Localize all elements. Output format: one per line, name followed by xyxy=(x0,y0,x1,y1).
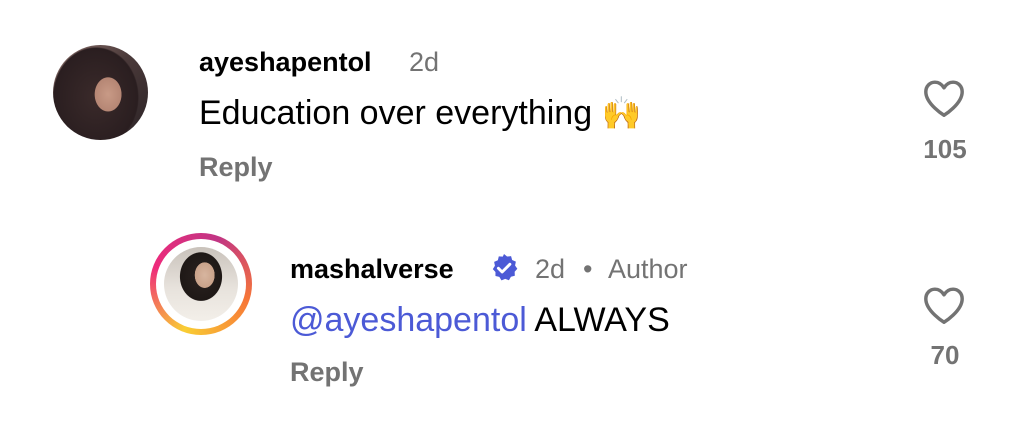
comment-body: ALWAYS xyxy=(534,301,670,339)
comment-text: @ayeshapentol ALWAYS xyxy=(290,301,670,340)
comment-username[interactable]: ayeshapentol xyxy=(199,47,372,78)
like-count: 105 xyxy=(923,134,967,164)
mention-link[interactable]: @ayeshapentol xyxy=(290,301,527,339)
comment-text: Education over everything 🙌 xyxy=(199,94,641,133)
heart-icon[interactable] xyxy=(922,78,966,118)
meta-separator: • xyxy=(583,254,593,284)
comment-username[interactable]: mashalverse xyxy=(290,254,454,285)
avatar-mashalverse[interactable] xyxy=(164,247,238,321)
raising-hands-emoji: 🙌 xyxy=(601,95,642,131)
comment-time: 2d xyxy=(535,254,566,284)
avatar-ayeshapentol[interactable] xyxy=(53,45,148,140)
reply-button[interactable]: Reply xyxy=(290,357,364,388)
reply-button[interactable]: Reply xyxy=(199,152,273,183)
author-badge: Author xyxy=(608,254,688,284)
verified-badge-icon xyxy=(488,252,520,284)
comment-body: Education over everything xyxy=(199,94,593,132)
like-count: 70 xyxy=(930,340,960,370)
heart-icon[interactable] xyxy=(922,285,966,325)
comment-time: 2d xyxy=(409,47,440,77)
